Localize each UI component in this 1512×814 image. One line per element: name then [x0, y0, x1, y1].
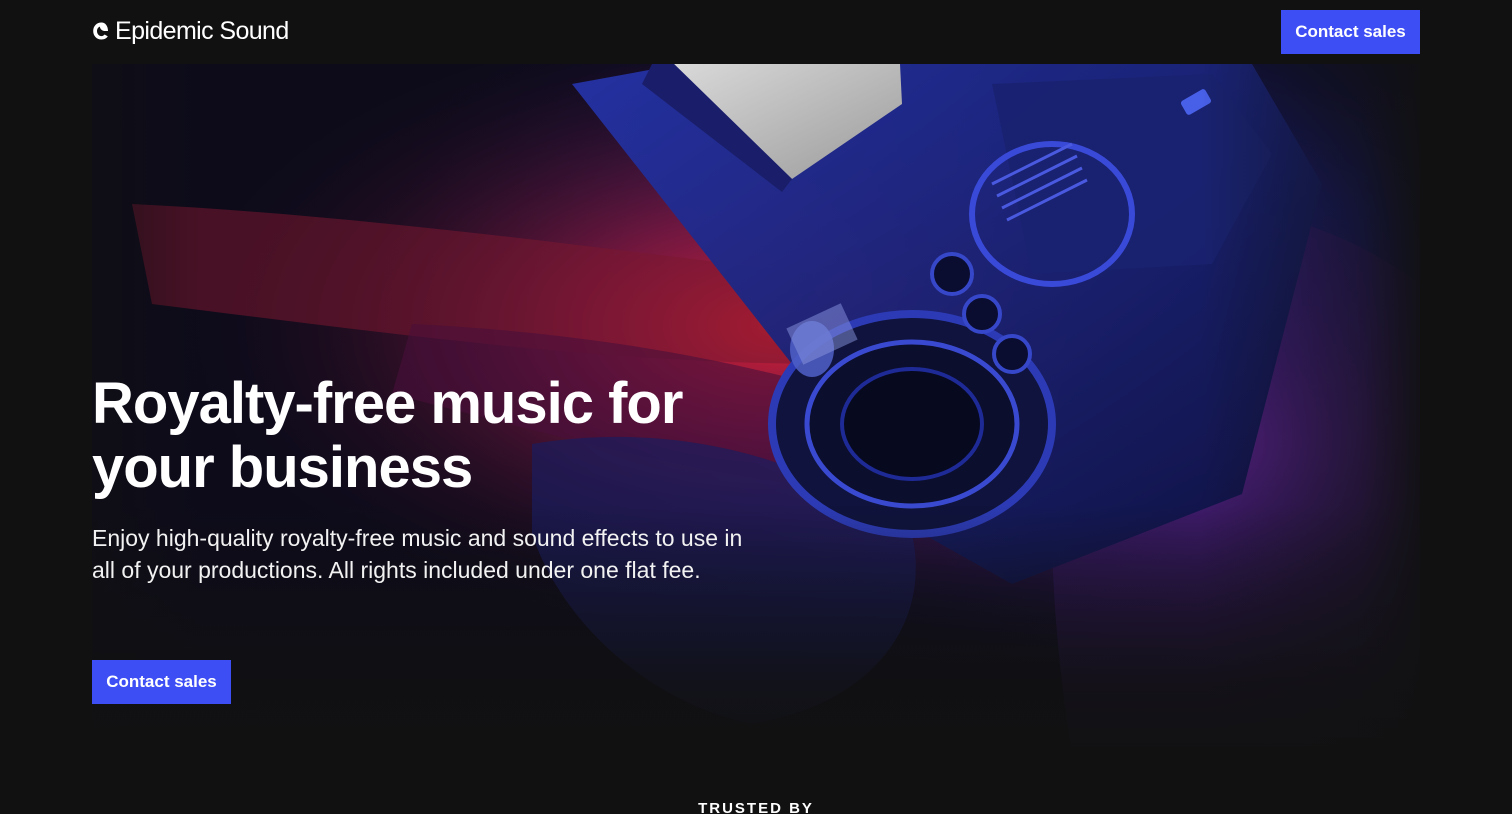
hero-title: Royalty-free music for your business: [92, 371, 683, 500]
hero-content: Royalty-free music for your business Enj…: [92, 372, 772, 586]
epidemic-sound-mark-icon: [93, 22, 108, 40]
hero-subtitle: Enjoy high-quality royalty-free music an…: [92, 525, 743, 583]
site-header: Epidemic Sound Contact sales: [0, 0, 1512, 64]
landing-page: Epidemic Sound Contact sales Royalty-fre…: [0, 0, 1512, 814]
header-contact-sales-button[interactable]: Contact sales: [1281, 10, 1420, 54]
logo-link[interactable]: Epidemic Sound: [92, 16, 289, 46]
trusted-by-heading: TRUSTED BY: [698, 800, 814, 814]
hero-contact-sales-button[interactable]: Contact sales: [92, 660, 231, 704]
logo-text: Epidemic Sound: [115, 17, 289, 45]
